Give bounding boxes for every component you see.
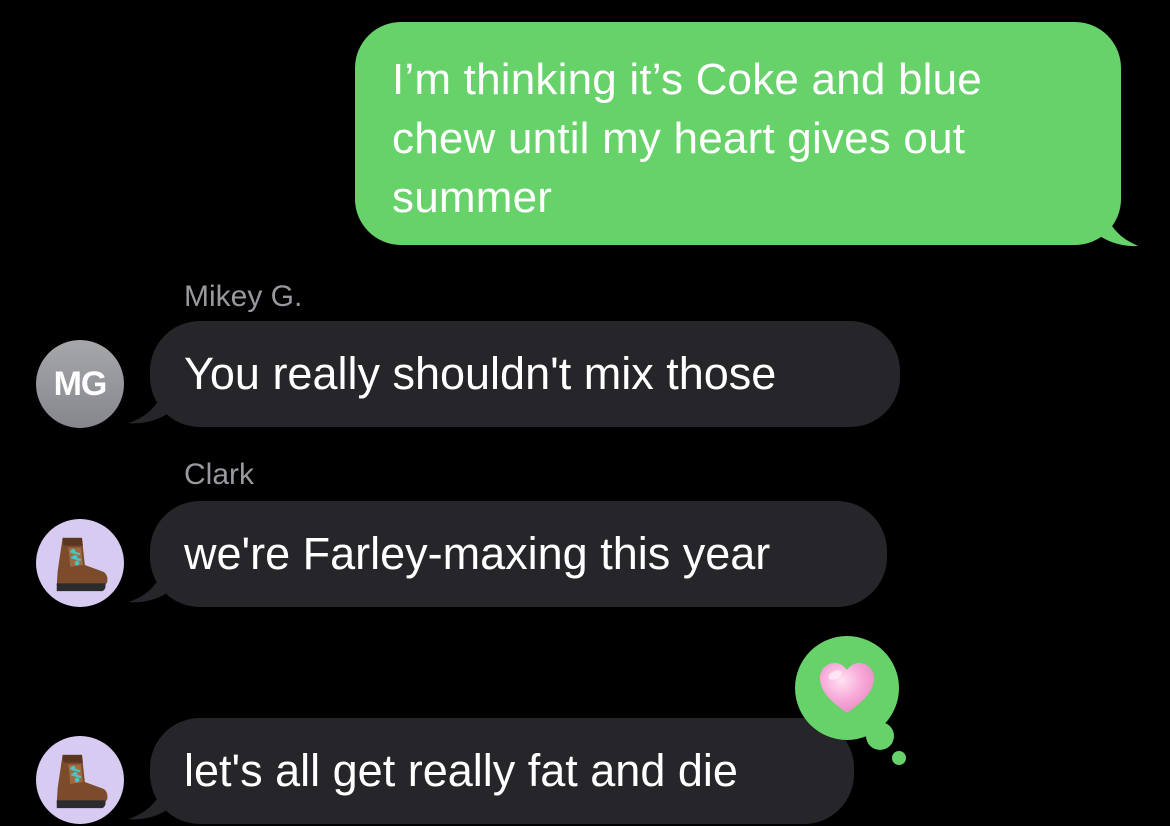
avatar[interactable]: MG <box>36 340 124 428</box>
avatar[interactable] <box>36 736 124 824</box>
message-text-line: summer <box>392 173 553 222</box>
pink-heart-icon <box>820 663 874 713</box>
message-text-line: I’m thinking it’s Coke and blue <box>392 55 982 104</box>
hiking-boot-icon <box>56 537 108 592</box>
incoming-message-bubble[interactable]: we're Farley-maxing this year <box>150 501 887 607</box>
avatar[interactable] <box>36 519 124 607</box>
outgoing-message-bubble[interactable]: I’m thinking it’s Coke and blue chew unt… <box>355 22 1121 245</box>
avatar-initials: MG <box>53 364 108 403</box>
message-text: You really shouldn't mix those <box>184 348 777 399</box>
message-text: let's all get really fat and die <box>184 745 738 796</box>
sender-name: Clark <box>184 458 255 491</box>
outgoing-bubble-tail <box>1092 205 1138 247</box>
sender-name: Mikey G. <box>184 280 303 313</box>
tapback-bubble-dot <box>866 722 894 750</box>
message-text-line: chew until my heart gives out <box>392 114 966 163</box>
message-text: we're Farley-maxing this year <box>184 528 771 579</box>
incoming-message-bubble[interactable]: You really shouldn't mix those <box>150 321 900 427</box>
incoming-message-bubble[interactable]: let's all get really fat and die <box>150 718 854 824</box>
hiking-boot-icon <box>56 754 108 809</box>
tapback-bubble-dot <box>892 751 906 765</box>
